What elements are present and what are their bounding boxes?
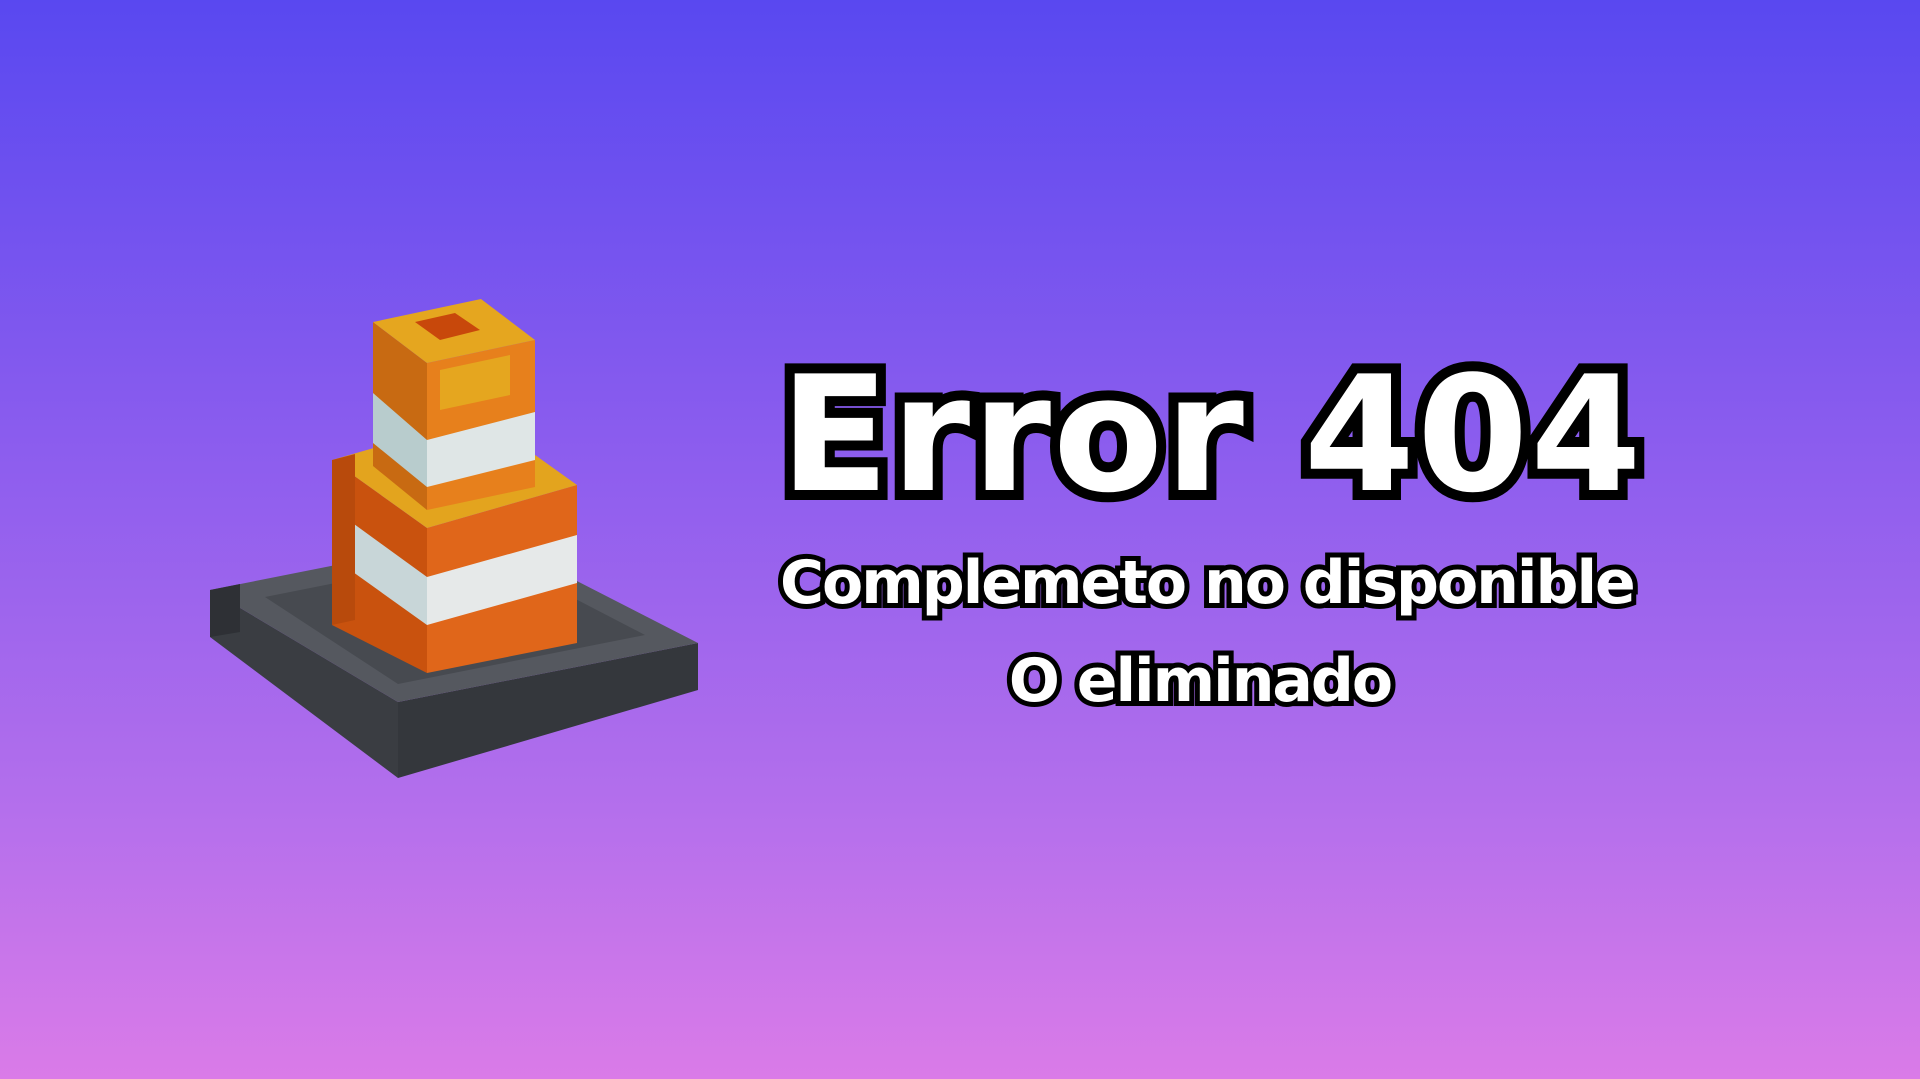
error-message-line-2: O eliminado xyxy=(1004,641,1398,721)
error-title: Error 404 xyxy=(770,340,1652,530)
cone-upper-block xyxy=(373,299,535,510)
traffic-cone-illustration xyxy=(210,299,698,778)
error-message-line-1: Complemeto no disponible xyxy=(775,543,1641,623)
